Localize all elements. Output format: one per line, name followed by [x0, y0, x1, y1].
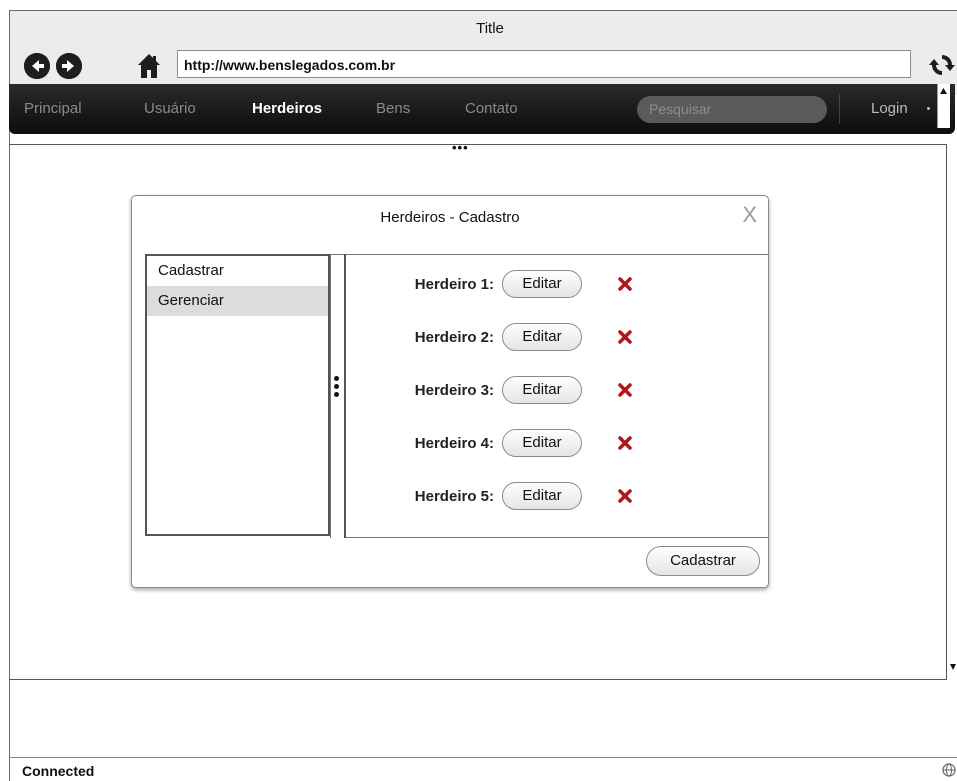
delete-icon[interactable] — [617, 329, 633, 345]
heir-label: Herdeiro 3: — [414, 382, 494, 399]
nav-divider — [839, 94, 840, 124]
list-item: Herdeiro 1: Editar — [347, 270, 747, 300]
viewport-bottom-border — [9, 679, 947, 680]
heir-label: Herdeiro 2: — [414, 329, 494, 346]
edit-button[interactable]: Editar — [502, 323, 582, 351]
edit-button[interactable]: Editar — [502, 482, 582, 510]
back-arrow-icon[interactable] — [24, 53, 50, 79]
refresh-icon[interactable] — [929, 51, 955, 79]
search-input[interactable]: Pesquisar — [637, 96, 827, 123]
heir-dialog: Herdeiros - Cadastro X Cadastrar Gerenci… — [131, 195, 769, 588]
list-item: Herdeiro 4: Editar — [347, 429, 747, 459]
url-input[interactable]: http://www.benslegados.com.br — [177, 50, 911, 78]
side-menu-item-gerenciar[interactable]: Gerenciar — [147, 286, 328, 316]
login-dropdown-icon[interactable] — [927, 107, 930, 110]
delete-icon[interactable] — [617, 488, 633, 504]
splitter-handle-icon[interactable] — [334, 376, 340, 400]
list-item: Herdeiro 3: Editar — [347, 376, 747, 406]
footer-divider — [346, 537, 768, 538]
heir-label: Herdeiro 1: — [414, 276, 494, 293]
login-link[interactable]: Login — [871, 84, 908, 134]
delete-icon[interactable] — [617, 276, 633, 292]
list-item: Herdeiro 5: Editar — [347, 482, 747, 512]
edit-button[interactable]: Editar — [502, 270, 582, 298]
more-options-icon[interactable]: ••• — [452, 140, 469, 155]
window-title: Title — [10, 11, 957, 47]
side-menu-item-cadastrar[interactable]: Cadastrar — [147, 256, 328, 286]
home-icon[interactable] — [136, 52, 162, 80]
pane-splitter[interactable] — [330, 254, 346, 538]
dialog-side-menu: Cadastrar Gerenciar — [145, 254, 330, 536]
heir-label: Herdeiro 4: — [414, 435, 494, 452]
vertical-scrollbar[interactable] — [946, 144, 947, 680]
nav-item-contato[interactable]: Contato — [465, 84, 518, 134]
scrollbar-down-arrow[interactable] — [946, 660, 957, 680]
edit-button[interactable]: Editar — [502, 376, 582, 404]
edit-button[interactable]: Editar — [502, 429, 582, 457]
viewport-top-border — [9, 144, 947, 145]
heir-label: Herdeiro 5: — [414, 488, 494, 505]
main-navbar: Principal Usuário Herdeiros Bens Contato… — [9, 84, 955, 134]
nav-item-usuario[interactable]: Usuário — [144, 84, 196, 134]
dialog-title: Herdeiros - Cadastro — [380, 209, 520, 226]
forward-arrow-icon[interactable] — [56, 53, 82, 79]
list-item: Herdeiro 2: Editar — [347, 323, 747, 353]
scrollbar-up-arrow[interactable] — [937, 84, 950, 128]
globe-icon — [942, 763, 956, 777]
delete-icon[interactable] — [617, 435, 633, 451]
nav-item-herdeiros[interactable]: Herdeiros — [252, 84, 322, 134]
nav-item-principal[interactable]: Principal — [24, 84, 82, 134]
delete-icon[interactable] — [617, 382, 633, 398]
cadastrar-button[interactable]: Cadastrar — [646, 546, 760, 576]
status-bar-divider — [9, 757, 957, 758]
close-icon[interactable]: X — [742, 202, 757, 228]
status-text: Connected — [22, 763, 95, 779]
nav-item-bens[interactable]: Bens — [376, 84, 410, 134]
